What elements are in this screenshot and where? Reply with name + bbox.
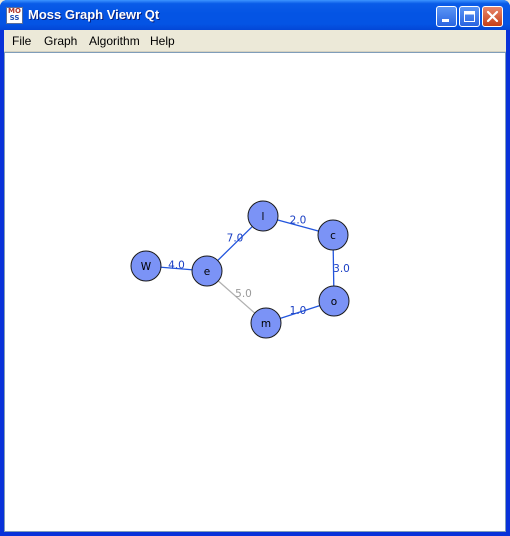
node-label: m bbox=[261, 318, 271, 330]
close-button[interactable] bbox=[482, 6, 503, 27]
menu-file[interactable]: File bbox=[12, 34, 31, 48]
minimize-icon bbox=[442, 19, 449, 22]
menu-help[interactable]: Help bbox=[150, 34, 175, 48]
edge-weight-label: 7.0 bbox=[227, 233, 244, 245]
edge-weight-label: 4.0 bbox=[168, 260, 185, 272]
edge-weight-label: 1.0 bbox=[290, 305, 307, 317]
edge-weight-label: 3.0 bbox=[333, 263, 350, 275]
window-title: Moss Graph Viewr Qt bbox=[28, 7, 160, 22]
maximize-icon bbox=[464, 11, 475, 22]
node-label: c bbox=[330, 230, 336, 242]
node-label: l bbox=[262, 211, 265, 223]
node-label: e bbox=[204, 266, 210, 278]
edge-weight-label: 5.0 bbox=[235, 288, 252, 300]
maximize-button[interactable] bbox=[459, 6, 480, 27]
edge-weight-label: 2.0 bbox=[290, 215, 307, 227]
menu-graph[interactable]: Graph bbox=[44, 34, 77, 48]
graph-svg[interactable]: 4.0 7.0 2.0 3.0 1.0 5.0 W e l c o m bbox=[5, 53, 505, 531]
title-bar[interactable]: MO SS Moss Graph Viewr Qt bbox=[0, 0, 510, 30]
graph-canvas[interactable]: 4.0 7.0 2.0 3.0 1.0 5.0 We l c o m bbox=[4, 52, 506, 532]
menu-algorithm[interactable]: Algorithm bbox=[89, 34, 140, 48]
node-label: o bbox=[331, 296, 337, 308]
menu-bar: File Graph Algorithm Help bbox=[4, 30, 506, 52]
minimize-button[interactable] bbox=[436, 6, 457, 27]
close-icon bbox=[486, 10, 499, 23]
window-frame-right bbox=[506, 30, 510, 536]
app-icon-text-bottom: SS bbox=[9, 14, 20, 22]
node-label: W bbox=[141, 261, 152, 273]
app-window: MO SS Moss Graph Viewr Qt File Graph Alg… bbox=[0, 0, 510, 536]
app-icon[interactable]: MO SS bbox=[6, 7, 23, 24]
